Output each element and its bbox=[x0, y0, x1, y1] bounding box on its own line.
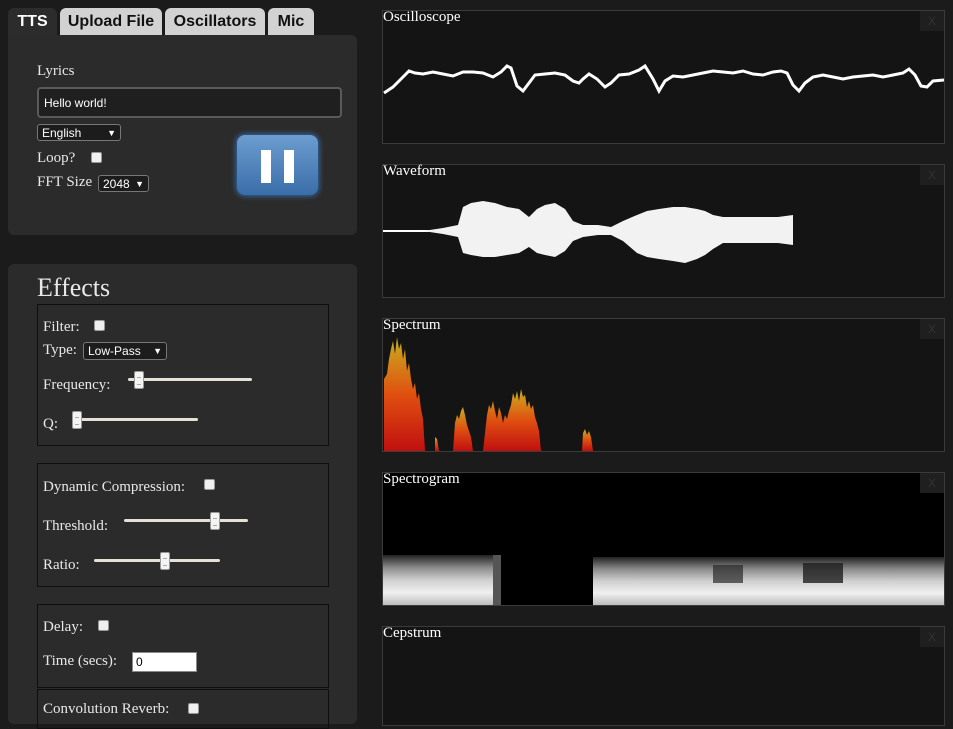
delay-checkbox[interactable] bbox=[98, 620, 109, 631]
ratio-slider-thumb[interactable] bbox=[160, 552, 171, 570]
threshold-label: Threshold: bbox=[43, 518, 108, 534]
compression-checkbox[interactable] bbox=[204, 479, 215, 490]
filter-type-value: Low-Pass bbox=[88, 344, 141, 358]
tab-upload-file[interactable]: Upload File bbox=[60, 8, 162, 36]
spectrum-panel: Spectrum X bbox=[382, 317, 945, 452]
fft-size-label: FFT Size bbox=[37, 174, 93, 190]
chevron-down-icon: ▼ bbox=[135, 178, 144, 189]
spectrogram-close-button[interactable]: X bbox=[920, 473, 944, 493]
effects-title: Effects bbox=[37, 273, 111, 302]
waveform-close-button[interactable]: X bbox=[920, 165, 944, 185]
ratio-slider[interactable] bbox=[94, 559, 220, 562]
reverb-label: Convolution Reverb: bbox=[43, 701, 170, 717]
spectrogram-image bbox=[383, 555, 944, 605]
language-value: English bbox=[42, 125, 82, 140]
spectrogram-panel: Spectrogram X bbox=[382, 471, 945, 606]
cepstrum-title: Cepstrum bbox=[383, 625, 442, 641]
filter-type-select[interactable]: Low-Pass ▼ bbox=[83, 342, 167, 360]
spectrum-close-button[interactable]: X bbox=[920, 319, 944, 339]
oscilloscope-canvas bbox=[383, 63, 944, 95]
oscilloscope-panel: Oscilloscope X bbox=[382, 9, 945, 144]
tab-mic[interactable]: Mic bbox=[268, 8, 314, 36]
spectrum-title: Spectrum bbox=[383, 317, 441, 333]
q-label: Q: bbox=[43, 416, 58, 432]
q-slider[interactable] bbox=[72, 418, 198, 421]
fft-size-value: 2048 bbox=[103, 176, 130, 191]
language-select[interactable]: English ▼ bbox=[37, 124, 121, 141]
frequency-slider-thumb[interactable] bbox=[133, 371, 144, 389]
oscilloscope-close-button[interactable]: X bbox=[920, 11, 944, 31]
waveform-trace bbox=[423, 201, 793, 263]
q-slider-thumb[interactable] bbox=[72, 411, 82, 429]
cepstrum-panel: Cepstrum X bbox=[382, 625, 945, 726]
spectrogram-title: Spectrogram bbox=[383, 471, 460, 487]
filter-label: Filter: bbox=[43, 319, 80, 335]
spectrum-bars bbox=[384, 337, 593, 451]
loop-checkbox[interactable] bbox=[91, 152, 102, 163]
oscilloscope-title: Oscilloscope bbox=[383, 9, 461, 25]
filter-checkbox[interactable] bbox=[94, 320, 105, 331]
pause-button[interactable] bbox=[236, 134, 319, 196]
threshold-slider-thumb[interactable] bbox=[209, 512, 220, 530]
ratio-label: Ratio: bbox=[43, 557, 80, 573]
loop-label: Loop? bbox=[37, 150, 76, 166]
fft-size-select[interactable]: 2048 ▼ bbox=[98, 175, 149, 192]
tab-tts[interactable]: TTS bbox=[8, 8, 57, 36]
reverb-checkbox[interactable] bbox=[188, 703, 199, 714]
compression-label: Dynamic Compression: bbox=[43, 479, 186, 495]
delay-label: Delay: bbox=[43, 619, 83, 635]
frequency-slider[interactable] bbox=[128, 378, 252, 381]
delay-time-label: Time (secs): bbox=[43, 653, 118, 669]
waveform-panel: Waveform X bbox=[382, 163, 945, 298]
chevron-down-icon: ▼ bbox=[153, 346, 162, 356]
waveform-canvas bbox=[383, 201, 793, 263]
delay-group bbox=[37, 604, 329, 688]
tab-oscillators[interactable]: Oscillators bbox=[165, 8, 265, 36]
frequency-label: Frequency: bbox=[43, 377, 111, 393]
delay-time-input[interactable]: 0 bbox=[132, 652, 197, 672]
spectrum-canvas bbox=[384, 337, 593, 451]
threshold-slider[interactable] bbox=[124, 519, 248, 522]
lyrics-label: Lyrics bbox=[37, 63, 75, 79]
spectrogram-canvas bbox=[383, 555, 944, 605]
cepstrum-close-button[interactable]: X bbox=[920, 627, 944, 647]
chevron-down-icon: ▼ bbox=[107, 127, 116, 138]
waveform-title: Waveform bbox=[383, 163, 446, 179]
oscilloscope-trace bbox=[383, 63, 944, 95]
lyrics-input[interactable]: Hello world! bbox=[37, 87, 342, 118]
filter-type-label: Type: bbox=[43, 342, 77, 358]
